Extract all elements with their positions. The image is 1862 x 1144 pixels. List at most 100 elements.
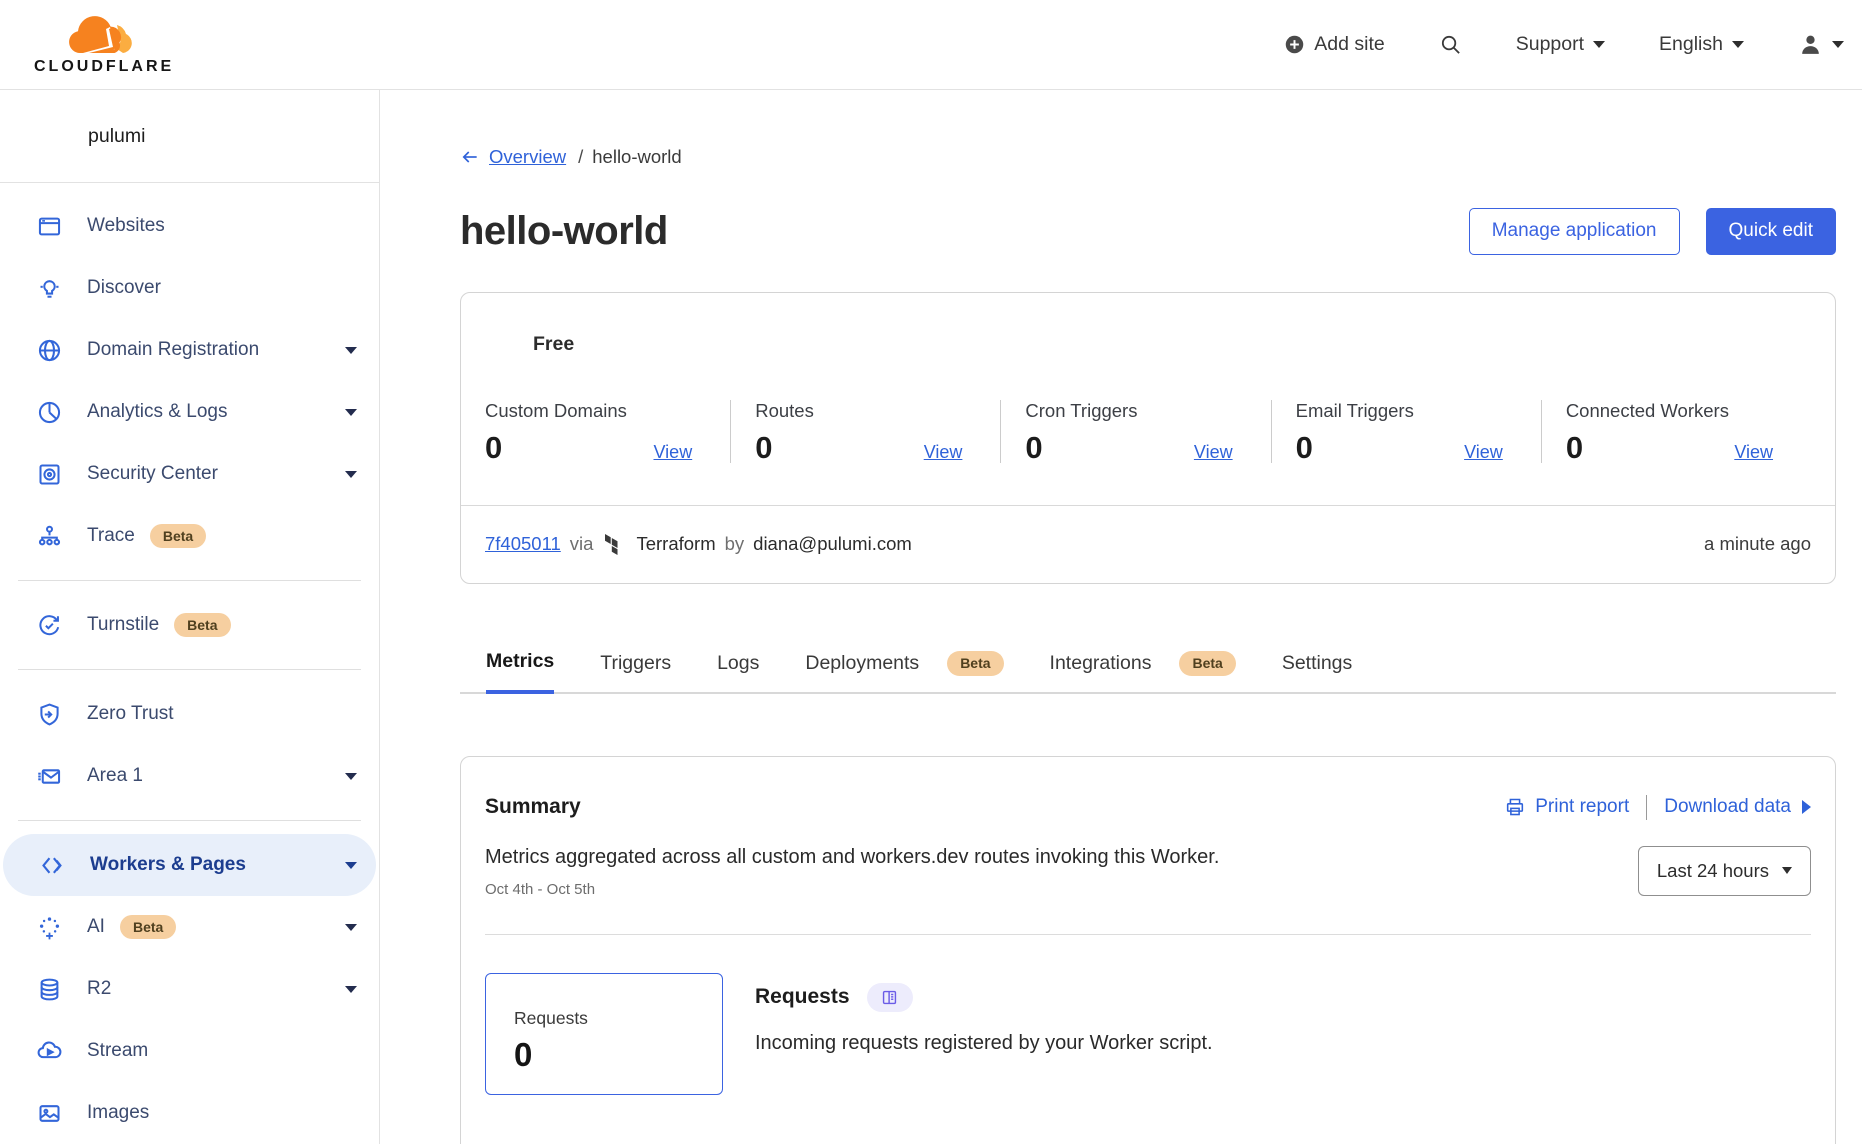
sidebar-item-analytics-logs[interactable]: Analytics & Logs [0,381,379,443]
sidebar-item-ai[interactable]: AI Beta [0,896,379,958]
plus-circle-icon [1284,34,1305,55]
database-icon [36,976,63,1003]
pie-chart-icon [36,399,63,426]
sidebar-divider [18,820,361,821]
tab-triggers[interactable]: Triggers [600,650,671,694]
requests-heading: Requests [755,985,850,1009]
time-range-selector[interactable]: Last 24 hours [1638,846,1811,896]
summary-card: Summary Print report Download data [460,756,1836,1144]
chevron-down-icon [1782,867,1792,874]
sidebar-nav: Websites Discover Domain Registration [0,183,379,1144]
chevron-down-icon [345,862,357,869]
stat-email-triggers: Email Triggers 0 View [1272,400,1542,463]
tab-logs[interactable]: Logs [717,650,759,694]
sidebar-item-zero-trust[interactable]: Zero Trust [0,683,379,745]
safe-icon [36,461,63,488]
sidebar-item-images[interactable]: Images [0,1082,379,1144]
tab-settings[interactable]: Settings [1282,650,1352,694]
download-data-link[interactable]: Download data [1664,796,1811,818]
beta-badge: Beta [150,524,206,549]
stat-value: 0 [755,432,772,463]
sidebar-item-area-1[interactable]: Area 1 [0,745,379,807]
view-link[interactable]: View [1734,442,1773,463]
sidebar-item-stream[interactable]: Stream [0,1020,379,1082]
stat-value: 0 [1566,432,1583,463]
sidebar-item-workers-pages[interactable]: Workers & Pages [3,834,376,896]
requests-description: Incoming requests registered by your Wor… [755,1032,1213,1055]
cloudflare-dashboard: CLOUDFLARE Add site Support English [0,0,1862,1144]
stat-value: 0 [1025,432,1042,463]
sidebar: pulumi Websites Discover [0,90,380,1144]
search-icon [1439,33,1462,56]
beta-badge: Beta [174,613,230,638]
support-menu[interactable]: Support [1516,33,1605,56]
add-site-label: Add site [1314,33,1384,56]
email-icon [36,763,63,790]
sidebar-item-trace[interactable]: Trace Beta [0,505,379,567]
view-link[interactable]: View [924,442,963,463]
plan-card: Free Custom Domains 0 View Routes 0 Vie [460,292,1836,584]
terraform-icon [605,533,624,555]
chevron-right-icon [1802,800,1811,814]
tab-bar: Metrics Triggers Logs Deployments Beta I… [460,650,1836,694]
quick-edit-button[interactable]: Quick edit [1706,208,1836,255]
search-button[interactable] [1439,33,1462,56]
book-icon [880,988,899,1007]
globe-icon [36,337,63,364]
account-menu[interactable] [1798,32,1844,57]
sidebar-item-discover[interactable]: Discover [0,257,379,319]
stat-value: 0 [1296,432,1313,463]
sidebar-item-domain-registration[interactable]: Domain Registration [0,319,379,381]
requests-stat-value: 0 [514,1036,722,1074]
stats-row: Custom Domains 0 View Routes 0 View [461,400,1835,505]
sidebar-item-websites[interactable]: Websites [0,195,379,257]
sidebar-item-r2[interactable]: R2 [0,958,379,1020]
images-icon [36,1100,63,1127]
tab-integrations[interactable]: Integrations Beta [1050,650,1236,694]
language-menu[interactable]: English [1659,33,1744,56]
cloudflare-logo-text: CLOUDFLARE [34,58,174,76]
stat-custom-domains: Custom Domains 0 View [485,400,731,463]
chevron-down-icon [1832,41,1844,48]
add-site-button[interactable]: Add site [1284,33,1384,56]
back-arrow-icon[interactable] [460,147,480,167]
summary-divider [485,934,1811,935]
beta-badge: Beta [1179,651,1235,676]
shield-icon [36,701,63,728]
sidebar-item-turnstile[interactable]: Turnstile Beta [0,594,379,656]
deployment-via-label: via [570,533,594,555]
tab-metrics[interactable]: Metrics [486,650,554,694]
tab-deployments[interactable]: Deployments Beta [805,650,1003,694]
chevron-down-icon [345,773,357,780]
page-title: hello-world [460,209,668,254]
print-report-link[interactable]: Print report [1504,796,1629,818]
vertical-divider [1646,795,1647,820]
deployment-by-label: by [725,533,745,555]
stat-cron-triggers: Cron Triggers 0 View [1001,400,1271,463]
deployment-id-link[interactable]: 7f405011 [485,533,561,555]
chevron-down-icon [345,924,357,931]
cloudflare-cloud-icon [66,13,142,57]
sparkles-icon [36,914,63,941]
plan-name: Free [461,293,1835,356]
requests-stat-card[interactable]: Requests 0 [485,973,723,1095]
account-name[interactable]: pulumi [0,90,379,183]
breadcrumb-separator: / [578,146,583,168]
view-link[interactable]: View [654,442,693,463]
cloudflare-logo[interactable]: CLOUDFLARE [34,13,174,76]
docs-badge[interactable] [867,983,913,1012]
sidebar-item-security-center[interactable]: Security Center [0,443,379,505]
browser-icon [36,213,63,240]
view-link[interactable]: View [1464,442,1503,463]
chevron-down-icon [345,986,357,993]
stat-connected-workers: Connected Workers 0 View [1542,400,1811,463]
manage-application-button[interactable]: Manage application [1469,208,1680,255]
header-controls: Add site Support English [1284,32,1862,57]
summary-description: Metrics aggregated across all custom and… [485,846,1219,869]
view-link[interactable]: View [1194,442,1233,463]
breadcrumb-overview-link[interactable]: Overview [489,146,566,168]
stat-routes: Routes 0 View [731,400,1001,463]
deployment-row: 7f405011 via Terraform by diana@pulumi.c… [461,505,1835,583]
requests-section: Requests Incoming requests registered by… [755,973,1213,1055]
stream-icon [36,1038,63,1065]
